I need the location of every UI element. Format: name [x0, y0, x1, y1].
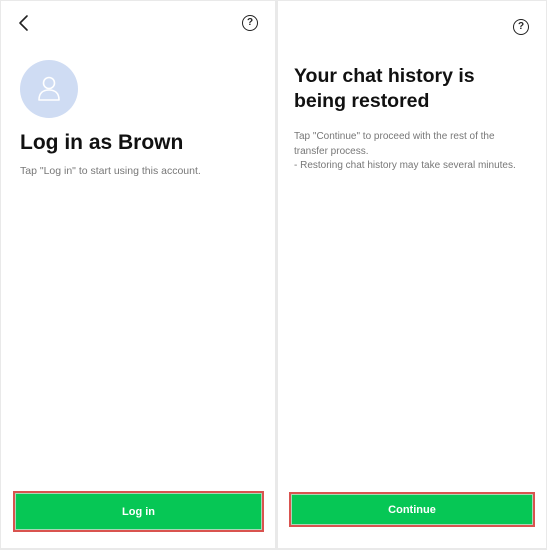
login-button-highlight: Log in — [13, 491, 264, 532]
help-icon[interactable]: ? — [513, 19, 529, 35]
description-line: transfer process. — [294, 145, 369, 157]
avatar — [20, 60, 78, 118]
restore-screen: ? Your chat history is being restored Ta… — [278, 1, 546, 548]
continue-button[interactable]: Continue — [291, 494, 533, 525]
continue-button-highlight: Continue — [289, 492, 535, 527]
page-title: Your chat history is being restored — [294, 64, 475, 114]
page-subtitle: Tap "Log in" to start using this account… — [20, 165, 201, 177]
restore-description: Tap "Continue" to proceed with the rest … — [294, 130, 534, 174]
description-line: Tap "Continue" to proceed with the rest … — [294, 131, 495, 142]
login-button[interactable]: Log in — [15, 493, 262, 530]
help-icon[interactable]: ? — [242, 15, 258, 31]
person-icon — [38, 76, 60, 101]
chevron-left-icon[interactable] — [17, 13, 33, 33]
page-title: Log in as Brown — [20, 131, 184, 154]
description-line: - Restoring chat history may take severa… — [294, 160, 516, 171]
screenshot-canvas: ? Log in as Brown Tap "Log in" to start … — [0, 0, 547, 550]
title-line: Your chat history is — [294, 65, 475, 87]
login-screen: ? Log in as Brown Tap "Log in" to start … — [1, 1, 275, 548]
title-line: being restored — [294, 90, 430, 112]
